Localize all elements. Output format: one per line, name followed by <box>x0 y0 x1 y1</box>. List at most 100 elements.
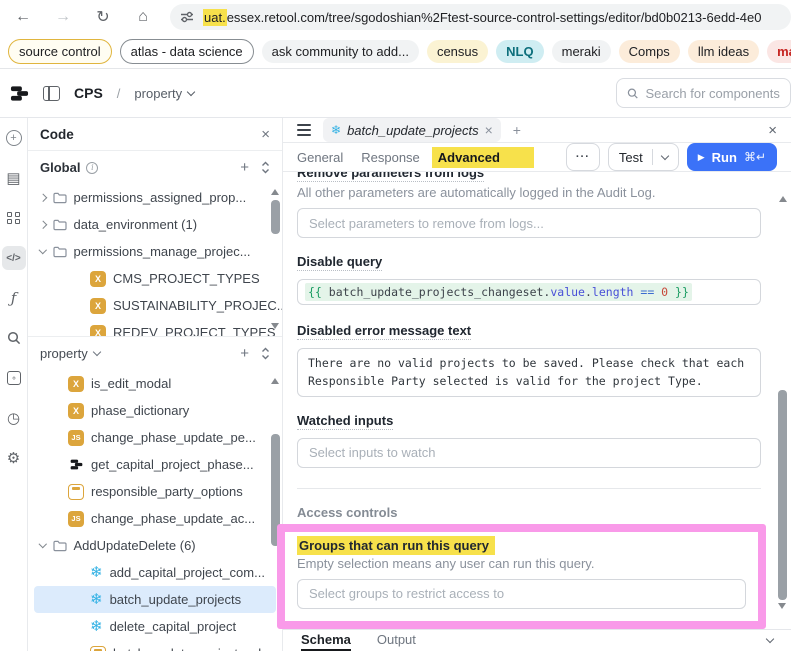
chevron-down-icon <box>187 87 195 95</box>
more-options-button[interactable]: ··· <box>566 143 600 171</box>
chevron-right-icon[interactable] <box>39 221 47 229</box>
global-tree-scrollbar[interactable] <box>271 184 280 336</box>
retool-logo-icon[interactable] <box>10 84 29 103</box>
app-header: CPS / property <box>0 69 791 118</box>
bookmark-ask-community[interactable]: ask community to add... <box>262 40 419 63</box>
code-panel-icon[interactable]: </> <box>2 246 26 270</box>
bookmark-mapbox[interactable]: mapbox <box>767 40 791 63</box>
site-settings-icon[interactable] <box>180 10 194 24</box>
section-divider <box>297 488 761 489</box>
tree-item-label: is_edit_modal <box>91 376 171 391</box>
folder-icon <box>53 219 67 231</box>
code-panel: Code × Global i + permissions_assigned_ <box>28 118 283 651</box>
bookmark-source-control[interactable]: source control <box>8 39 112 64</box>
history-icon[interactable]: ◷ <box>2 406 26 430</box>
tree-item-selected[interactable]: ❄ batch_update_projects <box>34 586 276 613</box>
close-tab-icon[interactable]: × <box>485 122 493 138</box>
tree-folder[interactable]: AddUpdateDelete (6) <box>28 532 282 559</box>
add-component-icon[interactable]: + <box>2 126 26 150</box>
query-menu-icon[interactable] <box>297 124 311 135</box>
tab-schema[interactable]: Schema <box>301 630 351 651</box>
url-bar[interactable]: uat.essex.retool.com/tree/sgodoshian%2Ft… <box>170 4 791 30</box>
tree-item[interactable]: ❄ delete_capital_project <box>28 613 282 640</box>
tree-folder[interactable]: permissions_manage_projec... <box>28 238 282 265</box>
access-controls-heading: Access controls <box>297 505 761 520</box>
close-editor-icon[interactable]: × <box>768 122 777 139</box>
tab-response[interactable]: Response <box>361 150 420 165</box>
tree-item[interactable]: X REDEV_PROJECT_TYPES <box>28 319 282 337</box>
functions-icon[interactable]: ƒ <box>2 286 26 310</box>
property-section-label[interactable]: property <box>40 346 88 361</box>
remove-params-input[interactable] <box>297 208 761 238</box>
disabled-error-textarea[interactable]: There are no valid projects to be saved.… <box>297 348 761 397</box>
groups-heading: Groups that can run this query <box>297 536 495 555</box>
add-property-query-icon[interactable]: + <box>240 345 249 362</box>
run-button-label: Run <box>712 150 737 165</box>
collapse-panel-icon[interactable] <box>766 635 774 643</box>
play-icon: ▶ <box>698 152 705 163</box>
tree-folder[interactable]: data_environment (1) <box>28 211 282 238</box>
home-icon[interactable]: ⌂ <box>130 8 156 26</box>
tab-advanced[interactable]: Advanced <box>432 147 534 168</box>
bookmark-llm-ideas[interactable]: llm ideas <box>688 40 759 63</box>
disable-query-heading: Disable query <box>297 254 382 271</box>
remove-params-subtext: All other parameters are automatically l… <box>297 185 761 200</box>
content-scrollbar[interactable] <box>777 194 788 611</box>
search-input[interactable] <box>645 86 780 101</box>
tree-item[interactable]: X SUSTAINABILITY_PROJEC... <box>28 292 282 319</box>
reload-icon[interactable]: ↻ <box>90 7 116 27</box>
tree-item[interactable]: X CMS_PROJECT_TYPES <box>28 265 282 292</box>
add-global-query-icon[interactable]: + <box>240 159 249 176</box>
breadcrumb-page-selector[interactable]: property <box>134 86 194 101</box>
forward-icon[interactable]: → <box>50 8 76 26</box>
tab-general[interactable]: General <box>297 150 343 165</box>
bookmark-census[interactable]: census <box>427 40 488 63</box>
component-search[interactable] <box>616 78 791 108</box>
tree-item-label: get_capital_project_phase... <box>91 457 254 472</box>
sort-icon[interactable] <box>261 347 270 360</box>
js-query-icon: JS <box>68 430 84 446</box>
run-button[interactable]: ▶ Run ⌘↵ <box>687 143 777 171</box>
tree-item[interactable]: JS change_phase_update_pe... <box>28 424 282 451</box>
tree-item[interactable]: get_capital_project_phase... <box>28 451 282 478</box>
tree-item[interactable]: JS change_phase_update_ac... <box>28 505 282 532</box>
tree-item[interactable]: ❄ add_capital_project_com... <box>28 559 282 586</box>
back-icon[interactable]: ← <box>10 8 36 26</box>
query-tab[interactable]: ❄ batch_update_projects × <box>323 118 501 142</box>
chevron-down-icon[interactable] <box>39 246 47 254</box>
search-panel-icon[interactable] <box>2 326 26 350</box>
tree-item[interactable]: responsible_party_options <box>28 478 282 505</box>
close-code-panel-icon[interactable]: × <box>261 126 270 143</box>
pages-icon[interactable]: ▤ <box>2 166 26 190</box>
tree-item[interactable]: batch_update_projects_ch... <box>28 640 282 651</box>
chevron-down-icon[interactable] <box>39 540 47 548</box>
bookmark-comps[interactable]: Comps <box>619 40 680 63</box>
tree-item[interactable]: X phase_dictionary <box>28 397 282 424</box>
bookmark-nlq[interactable]: NLQ <box>496 40 543 63</box>
info-icon: i <box>86 162 98 174</box>
groups-input[interactable] <box>297 579 746 609</box>
toolbox-icon[interactable]: ‹› <box>2 366 26 390</box>
chevron-down-icon[interactable] <box>660 151 668 159</box>
test-button[interactable]: Test <box>608 143 679 171</box>
disable-query-code-input[interactable]: {{ batch_update_projects_changeset.value… <box>297 279 761 305</box>
retool-query-icon <box>68 457 84 473</box>
tree-item-label: change_phase_update_ac... <box>91 511 255 526</box>
toggle-panel-icon[interactable] <box>43 86 60 101</box>
new-tab-icon[interactable]: + <box>513 122 521 138</box>
breadcrumb-app-name[interactable]: CPS <box>74 85 103 101</box>
sort-icon[interactable] <box>261 161 270 174</box>
watched-inputs-input[interactable] <box>297 438 761 468</box>
run-shortcut: ⌘↵ <box>744 150 766 164</box>
chevron-right-icon[interactable] <box>39 194 47 202</box>
bookmark-meraki[interactable]: meraki <box>552 40 611 63</box>
components-icon[interactable] <box>2 206 26 230</box>
tree-item[interactable]: X is_edit_modal <box>28 370 282 397</box>
chevron-down-icon <box>92 348 100 356</box>
settings-gear-icon[interactable]: ⚙ <box>2 446 26 470</box>
js-query-icon: JS <box>68 511 84 527</box>
property-tree: X is_edit_modal X phase_dictionary JS ch… <box>28 370 282 651</box>
bookmark-atlas-data-science[interactable]: atlas - data science <box>120 39 254 64</box>
tree-folder[interactable]: permissions_assigned_prop... <box>28 184 282 211</box>
tab-output[interactable]: Output <box>377 630 416 651</box>
